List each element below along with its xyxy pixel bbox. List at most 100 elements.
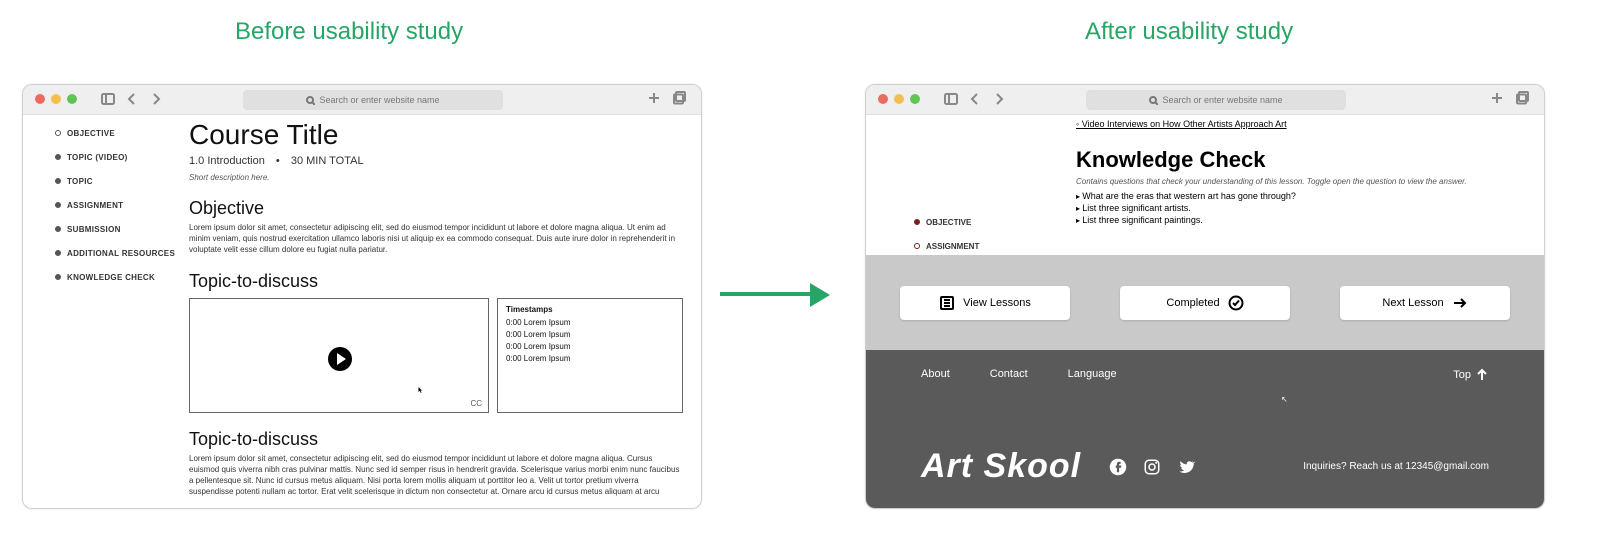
nav-label: OBJECTIVE (926, 218, 971, 227)
play-icon[interactable] (328, 347, 352, 371)
course-title: Course Title (189, 119, 683, 151)
course-sidenav: OBJECTIVE TOPIC (VIDEO) TOPIC ASSIGNMENT… (23, 115, 183, 508)
nav-label: ASSIGNMENT (67, 201, 123, 210)
course-sidenav: OBJECTIVE ASSIGNMENT (914, 210, 979, 258)
nav-label: ASSIGNMENT (926, 242, 979, 251)
traffic-max-icon[interactable] (910, 94, 920, 104)
arrow-right-icon (1452, 295, 1468, 311)
timestamp-row[interactable]: 0:00 Lorem Ipsum (506, 330, 674, 339)
nav-submission[interactable]: SUBMISSION (55, 217, 183, 241)
site-footer: About Contact Language Top Art Skool Inq… (866, 350, 1544, 508)
arrow-icon (720, 280, 835, 310)
check-circle-icon (1228, 295, 1244, 311)
list-icon (939, 295, 955, 311)
button-label: View Lessons (963, 297, 1031, 309)
tabs-icon[interactable] (1516, 91, 1530, 105)
meta-duration: 30 MIN TOTAL (291, 155, 364, 167)
top-label: Top (1453, 369, 1471, 381)
back-to-top-button[interactable]: Top (1453, 368, 1489, 382)
button-label: Next Lesson (1382, 297, 1443, 309)
timestamp-row[interactable]: 0:00 Lorem Ipsum (506, 354, 674, 363)
objective-text: Lorem ipsum dolor sit amet, consectetur … (189, 223, 683, 255)
nav-topic[interactable]: TOPIC (55, 169, 183, 193)
browser-window-after: Search or enter website name Video Inter… (865, 84, 1545, 509)
next-lesson-button[interactable]: Next Lesson (1340, 286, 1510, 320)
traffic-max-icon[interactable] (67, 94, 77, 104)
course-meta: 1.0 Introduction • 30 MIN TOTAL (189, 155, 683, 167)
cc-button[interactable]: CC (470, 399, 482, 408)
footer-nav: About Contact Language (921, 368, 1489, 380)
nav-label: SUBMISSION (67, 225, 121, 234)
nav-label: ADDITIONAL RESOURCES (67, 249, 175, 258)
knowledge-check-heading: Knowledge Check (1076, 147, 1516, 173)
nav-label: TOPIC (67, 177, 93, 186)
traffic-close-icon[interactable] (35, 94, 45, 104)
nav-knowledge-check[interactable]: KNOWLEDGE CHECK (55, 265, 183, 289)
traffic-close-icon[interactable] (878, 94, 888, 104)
browser-chrome: Search or enter website name (866, 85, 1544, 115)
nav-back-icon[interactable] (968, 92, 982, 106)
instagram-icon[interactable] (1143, 458, 1161, 476)
traffic-min-icon[interactable] (894, 94, 904, 104)
url-placeholder: Search or enter website name (319, 95, 439, 105)
sidebar-toggle-icon[interactable] (101, 92, 115, 106)
nav-label: OBJECTIVE (67, 129, 115, 138)
facebook-icon[interactable] (1109, 458, 1127, 476)
button-label: Completed (1166, 297, 1219, 309)
social-links (1109, 458, 1195, 476)
course-content: Course Title 1.0 Introduction • 30 MIN T… (183, 115, 701, 508)
url-placeholder: Search or enter website name (1162, 95, 1282, 105)
meta-separator: • (276, 155, 280, 167)
nav-label: KNOWLEDGE CHECK (67, 273, 155, 282)
twitter-icon[interactable] (1177, 458, 1195, 476)
inquiries-text: Inquiries? Reach us at 12345@gmail.com (1303, 461, 1489, 472)
completed-button[interactable]: Completed (1120, 286, 1290, 320)
resource-link[interactable]: Video Interviews on How Other Artists Ap… (1076, 119, 1287, 129)
nav-assignment[interactable]: ASSIGNMENT (55, 193, 183, 217)
topic-heading: Topic-to-discuss (189, 271, 683, 292)
nav-forward-icon[interactable] (149, 92, 163, 106)
nav-back-icon[interactable] (125, 92, 139, 106)
browser-chrome: Search or enter website name (23, 85, 701, 115)
footer-language[interactable]: Language (1068, 368, 1117, 380)
kc-question[interactable]: What are the eras that western art has g… (1076, 191, 1516, 201)
heading-before: Before usability study (235, 18, 463, 46)
lesson-actions: View Lessons Completed Next Lesson (866, 255, 1544, 350)
view-lessons-button[interactable]: View Lessons (900, 286, 1070, 320)
sidebar-toggle-icon[interactable] (944, 92, 958, 106)
kc-question[interactable]: List three significant artists. (1076, 203, 1516, 213)
traffic-min-icon[interactable] (51, 94, 61, 104)
nav-topic-video[interactable]: TOPIC (VIDEO) (55, 145, 183, 169)
cursor-icon: ↖ (1281, 395, 1288, 404)
search-icon (306, 96, 315, 105)
topic2-text: Lorem ipsum dolor sit amet, consectetur … (189, 454, 683, 497)
meta-chapter: 1.0 Introduction (189, 155, 265, 167)
cursor-icon (418, 386, 423, 394)
nav-objective[interactable]: OBJECTIVE (914, 210, 979, 234)
nav-objective[interactable]: OBJECTIVE (55, 121, 183, 145)
kc-question[interactable]: List three significant paintings. (1076, 215, 1516, 225)
heading-after: After usability study (1085, 18, 1293, 46)
topic2-heading: Topic-to-discuss (189, 429, 683, 450)
knowledge-check-desc: Contains questions that check your under… (1076, 177, 1516, 186)
search-icon (1149, 96, 1158, 105)
footer-contact[interactable]: Contact (990, 368, 1028, 380)
url-bar[interactable]: Search or enter website name (243, 90, 503, 110)
new-tab-icon[interactable] (647, 91, 661, 105)
objective-heading: Objective (189, 198, 683, 219)
new-tab-icon[interactable] (1490, 91, 1504, 105)
nav-additional-resources[interactable]: ADDITIONAL RESOURCES (55, 241, 183, 265)
timestamp-row[interactable]: 0:00 Lorem Ipsum (506, 318, 674, 327)
timestamps-panel: Timestamps 0:00 Lorem Ipsum 0:00 Lorem I… (497, 298, 683, 413)
video-player[interactable]: CC (189, 298, 489, 413)
arrow-up-icon (1475, 368, 1489, 382)
course-short-desc: Short description here. (189, 173, 683, 182)
nav-forward-icon[interactable] (992, 92, 1006, 106)
browser-window-before: Search or enter website name OBJECTIVE T… (22, 84, 702, 509)
timestamp-row[interactable]: 0:00 Lorem Ipsum (506, 342, 674, 351)
timestamps-heading: Timestamps (506, 305, 674, 314)
brand-logo[interactable]: Art Skool (921, 447, 1081, 486)
footer-about[interactable]: About (921, 368, 950, 380)
tabs-icon[interactable] (673, 91, 687, 105)
url-bar[interactable]: Search or enter website name (1086, 90, 1346, 110)
